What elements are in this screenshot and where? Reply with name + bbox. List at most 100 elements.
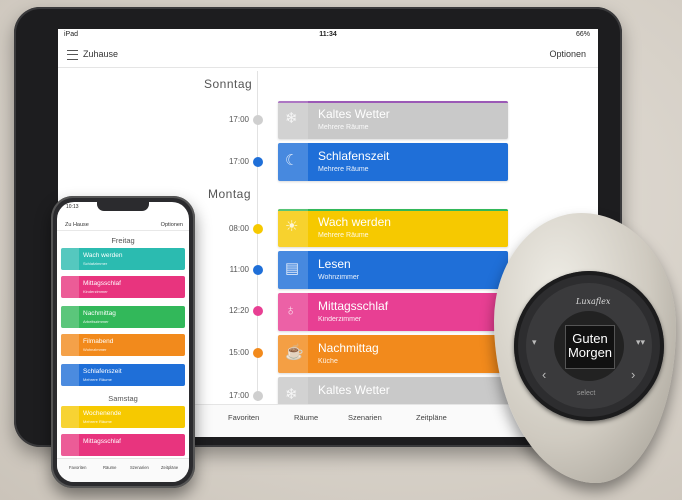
event-time: 08:00 bbox=[228, 224, 249, 233]
remote-face: Luxaflex Guten Morgen ▾ ▾▾ ‹ › select bbox=[514, 271, 664, 421]
phone-back-button[interactable]: Zu Hause bbox=[65, 222, 89, 228]
event-subtitle: Mehrere Räume bbox=[318, 232, 369, 239]
event-title: Kaltes Wetter bbox=[318, 383, 390, 397]
snow-icon: ❄ bbox=[278, 101, 308, 139]
day-heading: Sonntag bbox=[204, 77, 253, 91]
phone-card[interactable]: Wach werden Schlafzimmer bbox=[61, 248, 185, 270]
tab-zeitplaene[interactable]: Zeitpläne bbox=[416, 413, 447, 422]
phone-card-title: Filmabend bbox=[83, 338, 114, 345]
phone-card[interactable]: Schlafenszeit Mehrere Räume bbox=[61, 364, 185, 386]
sun-icon bbox=[61, 406, 79, 428]
status-time: 11:34 bbox=[319, 31, 337, 38]
alarm-icon bbox=[61, 248, 79, 270]
phone-day-heading: Freitag bbox=[111, 236, 135, 245]
phone-card-title: Mittagsschlaf bbox=[83, 280, 121, 287]
phone-card[interactable]: Wochenende Mehrere Räume bbox=[61, 406, 185, 428]
double-down-arrow-icon[interactable]: ▾▾ bbox=[636, 337, 645, 348]
status-battery: 66% bbox=[575, 31, 590, 38]
cup-icon: ☕ bbox=[278, 335, 308, 373]
timeline-dot bbox=[253, 348, 263, 358]
moon-icon: ☾ bbox=[278, 143, 308, 181]
phone-day-heading: Samstag bbox=[108, 394, 138, 403]
moon-icon bbox=[61, 364, 79, 386]
timeline-dot bbox=[253, 265, 263, 275]
menu-icon[interactable] bbox=[67, 50, 78, 60]
event-title: Kaltes Wetter bbox=[318, 107, 390, 121]
phone-card-subtitle: Schlafzimmer bbox=[83, 261, 108, 266]
remote-display: Guten Morgen bbox=[565, 325, 615, 369]
event-title: Wach werden bbox=[318, 215, 391, 229]
phone-card[interactable]: Nachmittag Arbeitszimmer bbox=[61, 306, 185, 328]
display-line: Morgen bbox=[567, 345, 613, 360]
event-time: 17:00 bbox=[228, 115, 249, 124]
book-icon: ▤ bbox=[278, 251, 308, 289]
event-title: Mittagsschlaf bbox=[318, 299, 389, 313]
phone-screen: 10:13 Zu Hause Optionen Freitag Wach wer… bbox=[57, 202, 189, 482]
event-card[interactable]: ☀ Wach werden Mehrere Räume bbox=[278, 209, 508, 247]
phone-card-title: Wach werden bbox=[83, 252, 123, 259]
event-subtitle: Wohnzimmer bbox=[318, 274, 360, 281]
tab-raeume[interactable]: Räume bbox=[294, 413, 318, 422]
phone-card-title: Mittagsschlaf bbox=[83, 438, 121, 445]
event-card[interactable]: ☕ Nachmittag Küche bbox=[278, 335, 508, 373]
phone-tab-zeitplaene[interactable]: Zeitpläne bbox=[161, 465, 178, 470]
phone-card[interactable]: Mittagsschlaf Kinderzimmer bbox=[61, 276, 185, 298]
phone-options-button[interactable]: Optionen bbox=[161, 222, 183, 228]
phone-tab-favoriten[interactable]: Favoriten bbox=[69, 465, 86, 470]
phone-card-subtitle: Arbeitszimmer bbox=[83, 319, 109, 324]
phone-card[interactable]: Filmabend Wohnzimmer bbox=[61, 334, 185, 356]
timeline-dot bbox=[253, 306, 263, 316]
status-bar: iPad 11:34 66% bbox=[58, 29, 598, 41]
event-time: 15:00 bbox=[228, 348, 249, 357]
phone-device: 10:13 Zu Hause Optionen Freitag Wach wer… bbox=[51, 196, 195, 488]
phone-card-subtitle: Mehrere Räume bbox=[83, 419, 112, 424]
timeline-dot bbox=[253, 391, 263, 401]
event-card[interactable]: ☾ Schlafenszeit Mehrere Räume bbox=[278, 143, 508, 181]
event-title: Lesen bbox=[318, 257, 351, 271]
brand-logo: Luxaflex bbox=[576, 297, 611, 306]
event-time: 11:00 bbox=[229, 265, 249, 274]
stroller-icon bbox=[61, 276, 79, 298]
event-subtitle: Mehrere Räume bbox=[318, 124, 369, 131]
event-time: 17:00 bbox=[228, 157, 249, 166]
phone-tab-szenarien[interactable]: Szenarien bbox=[130, 465, 149, 470]
event-subtitle: Küche bbox=[318, 358, 338, 365]
phone-status-time: 10:13 bbox=[66, 204, 79, 210]
film-icon bbox=[61, 334, 79, 356]
event-card[interactable]: ❄ Kaltes Wetter Mehrere Räume bbox=[278, 101, 508, 139]
sun-icon: ☀ bbox=[278, 209, 308, 247]
phone-card-title: Wochenende bbox=[83, 410, 122, 417]
phone-tab-raeume[interactable]: Räume bbox=[103, 465, 117, 470]
phone-tab-bar: Favoriten Räume Szenarien Zeitpläne bbox=[57, 458, 189, 482]
phone-card[interactable]: Mittagsschlaf bbox=[61, 434, 185, 456]
down-arrow-icon[interactable]: ▾ bbox=[532, 337, 537, 348]
tab-szenarien[interactable]: Szenarien bbox=[348, 413, 382, 422]
pebble-remote: Luxaflex Guten Morgen ▾ ▾▾ ‹ › select bbox=[494, 213, 682, 488]
timeline-dot bbox=[253, 157, 263, 167]
chevron-left-icon[interactable]: ‹ bbox=[542, 367, 546, 382]
event-time: 12:20 bbox=[228, 306, 249, 315]
options-button[interactable]: Optionen bbox=[549, 49, 586, 59]
tab-favoriten[interactable]: Favoriten bbox=[228, 413, 259, 422]
select-button[interactable]: select bbox=[577, 390, 595, 397]
event-card[interactable]: ▤ Lesen Wohnzimmer bbox=[278, 251, 508, 289]
event-subtitle: Mehrere Räume bbox=[318, 166, 369, 173]
day-heading: Montag bbox=[208, 187, 252, 201]
phone-notch bbox=[97, 202, 149, 211]
cup-icon bbox=[61, 306, 79, 328]
event-subtitle: Kinderzimmer bbox=[318, 316, 362, 323]
chevron-right-icon[interactable]: › bbox=[631, 367, 635, 382]
phone-card-title: Schlafenszeit bbox=[83, 368, 122, 375]
event-title: Nachmittag bbox=[318, 341, 379, 355]
nav-title[interactable]: Zuhause bbox=[83, 49, 118, 59]
event-title: Schlafenszeit bbox=[318, 149, 390, 163]
event-card[interactable]: ♁ Mittagsschlaf Kinderzimmer bbox=[278, 293, 508, 331]
display-line: Guten bbox=[572, 331, 608, 346]
stroller-icon: ♁ bbox=[278, 293, 308, 331]
phone-card-subtitle: Kinderzimmer bbox=[83, 289, 108, 294]
phone-card-title: Nachmittag bbox=[83, 310, 116, 317]
phone-card-subtitle: Mehrere Räume bbox=[83, 377, 112, 382]
timeline-dot bbox=[253, 224, 263, 234]
phone-card-subtitle: Wohnzimmer bbox=[83, 347, 107, 352]
event-time: 17:00 bbox=[228, 391, 249, 400]
